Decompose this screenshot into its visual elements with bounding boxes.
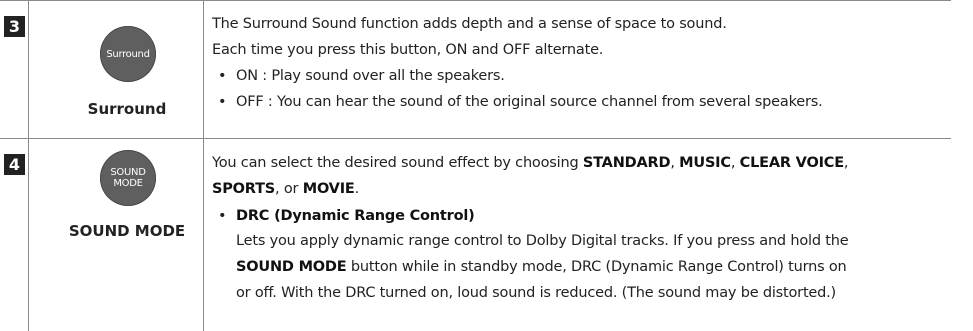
description-line: The Surround Sound function adds depth a… (212, 16, 727, 32)
bullet-item-on: ON : Play sound over all the speakers. (236, 68, 505, 84)
surround-button-text: Surround (106, 48, 150, 60)
function-table: 3 Surround Surround The Surround Sound f… (0, 0, 973, 331)
drc-description-line: Lets you apply dynamic range control to … (236, 233, 849, 249)
description-line: SPORTS, or MOVIE. (212, 181, 360, 197)
drc-description-line: or off. With the DRC turned on, loud sou… (236, 285, 837, 301)
row-number-badge: 3 (4, 16, 25, 37)
drc-title: DRC (Dynamic Range Control) (236, 208, 475, 224)
sound-mode-button-text: SOUND MODE (110, 167, 146, 189)
sound-mode-button-icon: SOUND MODE (100, 150, 156, 206)
sound-mode-ref: SOUND MODE (236, 259, 347, 275)
bullet-item-off: OFF : You can hear the sound of the orig… (236, 94, 823, 110)
row-number-badge: 4 (4, 154, 25, 175)
mode-clear-voice: CLEAR VOICE (739, 155, 844, 171)
mode-standard: STANDARD (582, 155, 671, 171)
surround-button-icon: Surround (100, 26, 156, 82)
table-top-border (0, 0, 951, 1)
button-label-sound-mode: SOUND MODE (68, 222, 186, 240)
button-label-surround: Surround (87, 100, 167, 118)
description-line: You can select the desired sound effect … (212, 155, 849, 171)
mode-music: MUSIC (679, 155, 731, 171)
mode-movie: MOVIE (302, 181, 355, 197)
bullet-dot: • (218, 208, 227, 224)
row-divider (0, 138, 951, 139)
bullet-dot: • (218, 68, 227, 84)
mode-sports: SPORTS (212, 181, 276, 197)
drc-description-line: SOUND MODE button while in standby mode,… (236, 259, 847, 275)
column-divider-2 (203, 0, 204, 331)
column-divider-1 (28, 0, 29, 331)
bullet-dot: • (218, 94, 227, 110)
description-line: Each time you press this button, ON and … (212, 42, 604, 58)
